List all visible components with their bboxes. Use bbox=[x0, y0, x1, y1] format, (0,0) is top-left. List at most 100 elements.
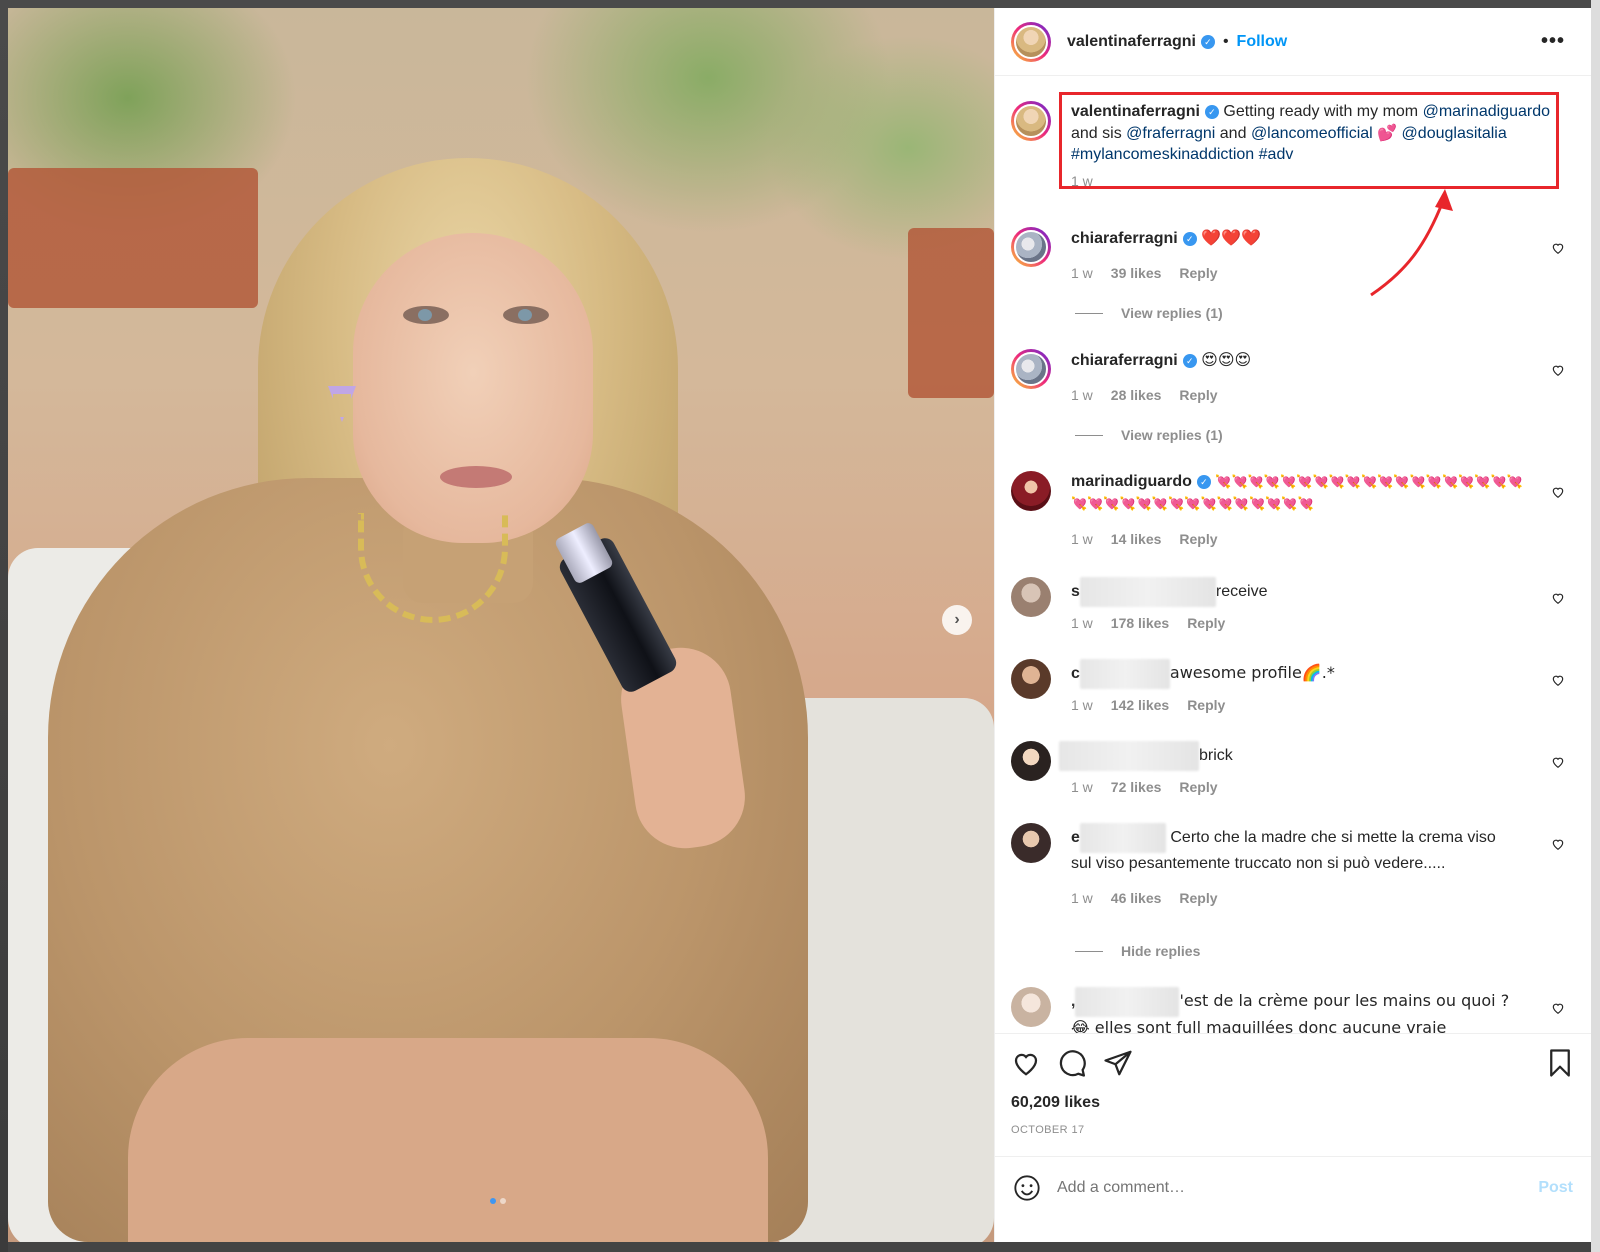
heart-icon[interactable] bbox=[1551, 673, 1565, 687]
comment: ,'est de la crème pour les mains ou quoi… bbox=[1011, 987, 1571, 1033]
reply-button[interactable]: Reply bbox=[1179, 385, 1217, 406]
comment-likes[interactable]: 14 likes bbox=[1111, 529, 1162, 550]
heart-icon[interactable] bbox=[1551, 755, 1565, 769]
heart-icon[interactable] bbox=[1551, 485, 1565, 499]
heart-icon[interactable] bbox=[1551, 591, 1565, 605]
comment-body: marinadiguardo ✓ 💘💘💘💘💘💘💘💘💘💘💘💘💘💘💘💘💘💘💘💘💘💘💘💘… bbox=[1071, 471, 1531, 550]
redacted-text bbox=[1079, 823, 1166, 853]
post-button[interactable]: Post bbox=[1538, 1179, 1573, 1197]
view-replies-label: View replies (1) bbox=[1121, 305, 1223, 321]
comment-text: ❤️❤️❤️ bbox=[1201, 228, 1261, 247]
avatar[interactable] bbox=[1011, 471, 1051, 511]
reply-button[interactable]: Reply bbox=[1179, 777, 1217, 798]
reply-button[interactable]: Reply bbox=[1187, 695, 1225, 716]
comment: c awesome profile🌈.* 1 w 142 likes Reply bbox=[1011, 659, 1571, 716]
carousel-dots bbox=[490, 1198, 506, 1204]
comment-text: brick bbox=[1199, 747, 1233, 765]
heart-icon[interactable] bbox=[1551, 837, 1565, 851]
comment-input[interactable] bbox=[1057, 1178, 1539, 1197]
comment-body: chiaraferragni ✓ ❤️❤️❤️ 1 w 39 likes Repl… bbox=[1071, 227, 1551, 284]
comment-username[interactable]: s bbox=[1071, 583, 1080, 600]
comment-body: e Certo che la madre che si mette la cre… bbox=[1071, 823, 1511, 909]
comment-body: c awesome profile🌈.* 1 w 142 likes Reply bbox=[1071, 659, 1551, 716]
comment-likes[interactable]: 178 likes bbox=[1111, 613, 1169, 634]
comments-list[interactable]: valentinaferragni ✓ Getting ready with my… bbox=[995, 77, 1591, 1033]
comment: e Certo che la madre che si mette la cre… bbox=[1011, 823, 1571, 909]
photo-background-planter bbox=[908, 228, 994, 398]
comment-likes[interactable]: 46 likes bbox=[1111, 888, 1162, 909]
post-header: valentinaferragni ✓ • Follow ••• bbox=[995, 8, 1591, 76]
more-options-icon[interactable]: ••• bbox=[1541, 30, 1565, 53]
heart-icon[interactable] bbox=[1551, 1001, 1565, 1015]
comment-body: s receive 1 w 178 likes Reply bbox=[1071, 577, 1551, 634]
comment-username[interactable]: e bbox=[1071, 829, 1080, 846]
comment-time: 1 w bbox=[1071, 779, 1093, 795]
avatar[interactable] bbox=[1011, 101, 1051, 141]
likes-count[interactable]: 60,209 likes bbox=[1011, 1094, 1575, 1112]
comment-time: 1 w bbox=[1071, 615, 1093, 631]
comment-meta: 1 w 14 likes Reply bbox=[1071, 529, 1531, 550]
view-replies-label: View replies (1) bbox=[1121, 427, 1223, 443]
photo-eye-right bbox=[503, 306, 549, 324]
reply-button[interactable]: Reply bbox=[1179, 529, 1217, 550]
comment-likes[interactable]: 39 likes bbox=[1111, 263, 1162, 284]
heart-icon[interactable] bbox=[1551, 363, 1565, 377]
comment-body: chiaraferragni ✓ 😍😍😍 1 w 28 likes Reply bbox=[1071, 349, 1551, 406]
post-date: OCTOBER 17 bbox=[1011, 1124, 1085, 1136]
heart-icon[interactable] bbox=[1551, 241, 1565, 255]
comment-username[interactable]: marinadiguardo bbox=[1071, 473, 1192, 490]
comment-body: brick 1 w 72 likes Reply bbox=[1059, 741, 1551, 798]
save-icon[interactable] bbox=[1545, 1048, 1575, 1078]
window-edge bbox=[1591, 0, 1600, 1252]
comment-meta: 1 w 72 likes Reply bbox=[1071, 777, 1551, 798]
comment-meta: 1 w 142 likes Reply bbox=[1071, 695, 1551, 716]
carousel-next-icon[interactable]: › bbox=[942, 605, 972, 635]
add-comment-bar: Post bbox=[995, 1156, 1591, 1218]
view-replies-button[interactable]: View replies (1) bbox=[1075, 427, 1223, 443]
avatar[interactable] bbox=[1011, 741, 1051, 781]
window-edge bbox=[8, 1242, 1591, 1252]
comment-meta: 1 w 178 likes Reply bbox=[1071, 613, 1551, 634]
carousel-dot bbox=[500, 1198, 506, 1204]
action-icons bbox=[1011, 1034, 1575, 1092]
comment-time: 1 w bbox=[1071, 531, 1093, 547]
verified-badge-icon: ✓ bbox=[1182, 353, 1197, 368]
verified-badge-icon: ✓ bbox=[1182, 231, 1197, 246]
carousel-dot-active bbox=[490, 1198, 496, 1204]
reply-button[interactable]: Reply bbox=[1187, 613, 1225, 634]
follow-button[interactable]: Follow bbox=[1237, 33, 1288, 51]
comment-text: 😍😍😍 bbox=[1201, 350, 1252, 369]
avatar[interactable] bbox=[1011, 227, 1051, 267]
comment: s receive 1 w 178 likes Reply bbox=[1011, 577, 1571, 634]
emoji-icon[interactable] bbox=[1013, 1174, 1041, 1202]
avatar[interactable] bbox=[1011, 577, 1051, 617]
comment-username[interactable]: chiaraferragni bbox=[1071, 230, 1178, 247]
comment-username[interactable]: c bbox=[1071, 665, 1080, 682]
hide-replies-label: Hide replies bbox=[1121, 943, 1201, 959]
annotation-highlight-box bbox=[1059, 92, 1559, 189]
comment-likes[interactable]: 72 likes bbox=[1111, 777, 1162, 798]
header-username[interactable]: valentinaferragni bbox=[1067, 33, 1196, 51]
avatar[interactable] bbox=[1011, 21, 1051, 62]
comment-time: 1 w bbox=[1071, 890, 1093, 906]
avatar[interactable] bbox=[1011, 659, 1051, 699]
comment-meta: 1 w 28 likes Reply bbox=[1071, 385, 1551, 406]
share-icon[interactable] bbox=[1103, 1048, 1133, 1078]
comment: marinadiguardo ✓ 💘💘💘💘💘💘💘💘💘💘💘💘💘💘💘💘💘💘💘💘💘💘💘💘… bbox=[1011, 471, 1571, 550]
photo-face bbox=[353, 233, 593, 543]
view-replies-button[interactable]: View replies (1) bbox=[1075, 305, 1223, 321]
reply-button[interactable]: Reply bbox=[1179, 263, 1217, 284]
comment-icon[interactable] bbox=[1057, 1048, 1087, 1078]
avatar[interactable] bbox=[1011, 349, 1051, 389]
hide-replies-button[interactable]: Hide replies bbox=[1075, 943, 1200, 959]
comment-username[interactable]: chiaraferragni bbox=[1071, 352, 1178, 369]
reply-button[interactable]: Reply bbox=[1179, 888, 1217, 909]
avatar[interactable] bbox=[1011, 987, 1051, 1027]
heart-icon[interactable] bbox=[1011, 1048, 1041, 1078]
avatar[interactable] bbox=[1011, 823, 1051, 863]
comment-body: ,'est de la crème pour les mains ou quoi… bbox=[1071, 987, 1511, 1033]
post-photo[interactable]: › bbox=[8, 8, 994, 1242]
comment-likes[interactable]: 142 likes bbox=[1111, 695, 1169, 716]
comment-text: awesome profile🌈.* bbox=[1169, 663, 1335, 683]
comment-likes[interactable]: 28 likes bbox=[1111, 385, 1162, 406]
